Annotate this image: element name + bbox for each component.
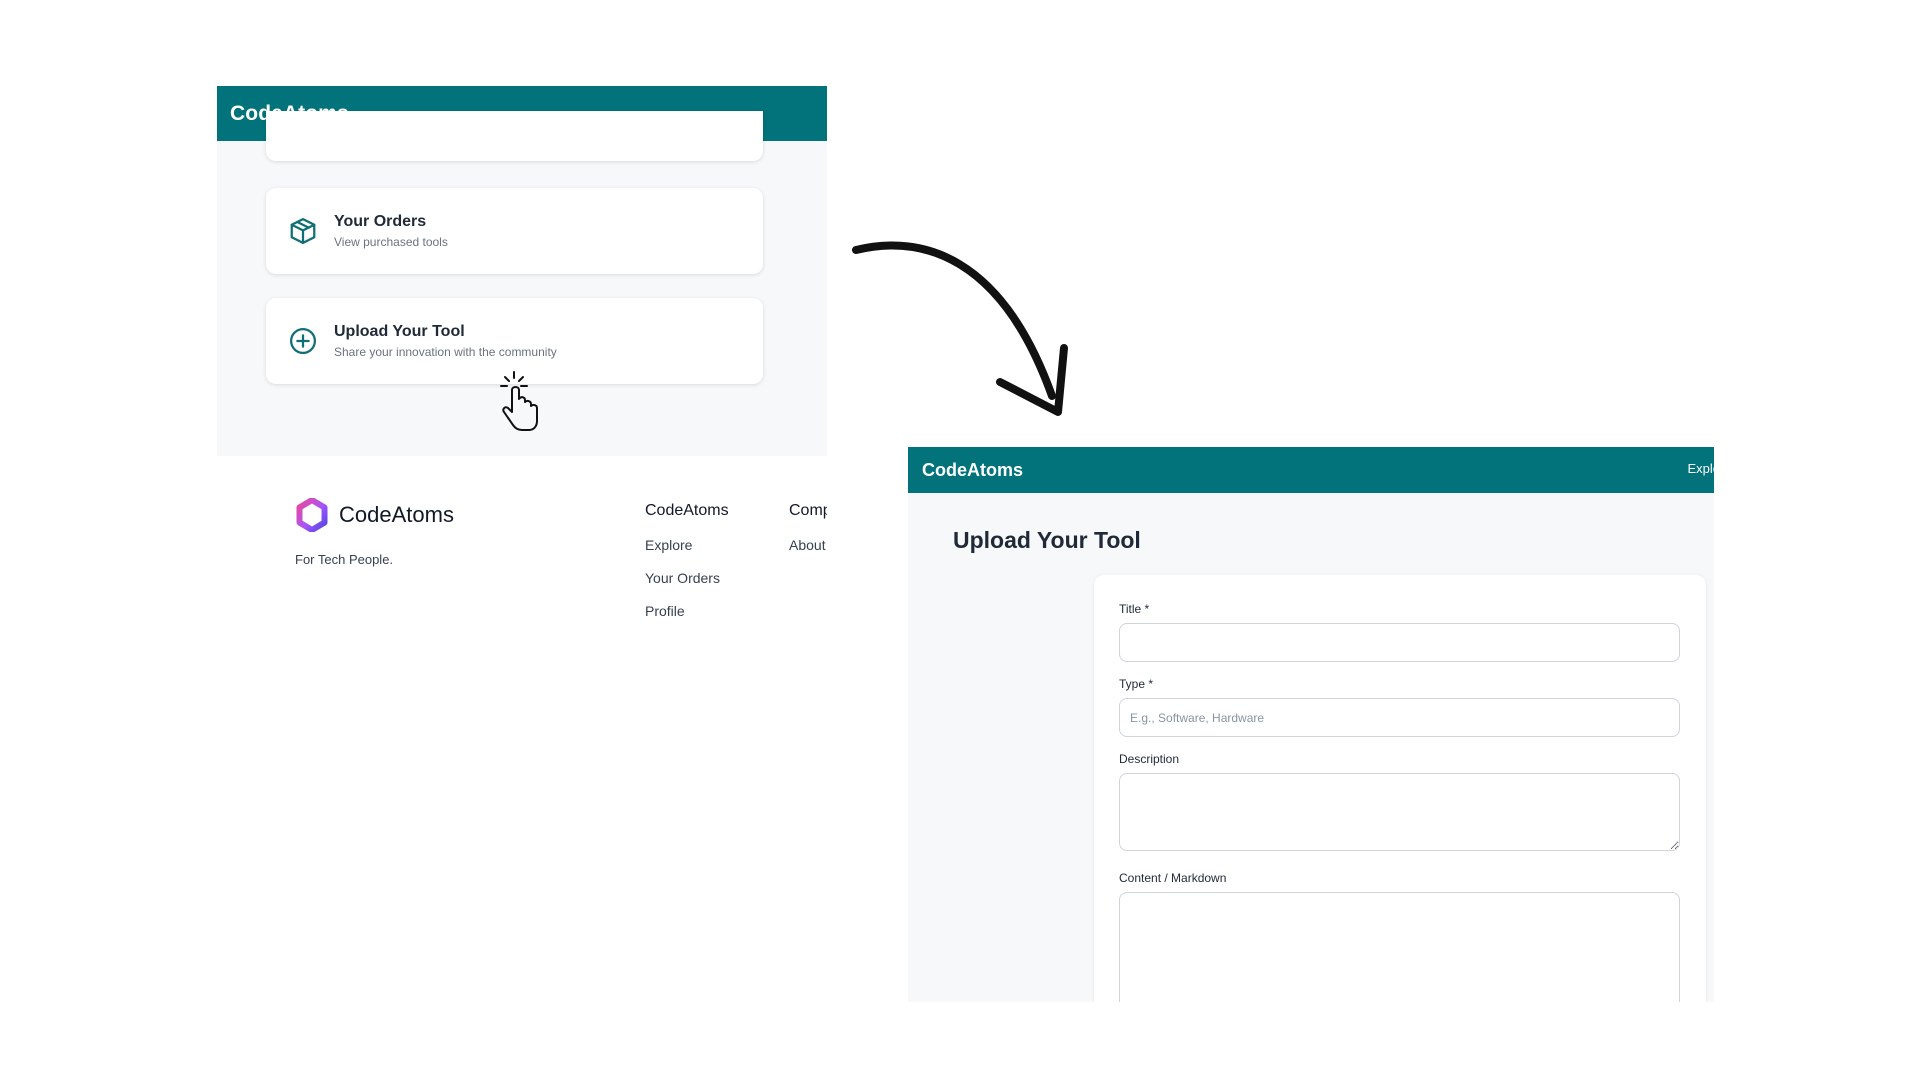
footer-column-heading: Comp	[789, 502, 827, 519]
title-label: Title *	[1119, 602, 1150, 616]
content-markdown-label: Content / Markdown	[1119, 871, 1227, 885]
pointer-hand-icon	[500, 371, 538, 431]
footer-link-your-orders[interactable]: Your Orders	[645, 570, 729, 586]
footer-link-about[interactable]: About	[789, 537, 827, 553]
menu-card-your-orders[interactable]: Your Orders View purchased tools	[266, 188, 763, 274]
description-label: Description	[1119, 752, 1180, 766]
menu-card-subtitle: Share your innovation with the community	[334, 345, 557, 359]
left-screenshot: CodeAtoms Your Orders View purchased too…	[217, 86, 827, 456]
footer-tagline: For Tech People.	[295, 552, 394, 567]
footer-column-heading: CodeAtoms	[645, 502, 729, 519]
footer-link-profile[interactable]: Profile	[645, 603, 729, 619]
description-textarea[interactable]	[1119, 773, 1680, 851]
content-markdown-textarea[interactable]	[1119, 892, 1680, 1002]
footer-column-company: Comp About	[789, 502, 827, 553]
footer-column-codeatoms: CodeAtoms Explore Your Orders Profile	[645, 502, 729, 619]
footer-brand[interactable]: CodeAtoms	[295, 498, 454, 532]
site-footer: CodeAtoms For Tech People. CodeAtoms Exp…	[217, 456, 827, 656]
type-input[interactable]	[1119, 698, 1680, 737]
type-label: Type *	[1119, 677, 1154, 691]
transition-arrow-icon	[852, 241, 1068, 416]
plus-circle-icon	[290, 328, 316, 354]
codeatoms-logo-icon	[296, 498, 328, 532]
menu-card-partial[interactable]	[266, 111, 763, 161]
title-input[interactable]	[1119, 623, 1680, 662]
upload-form: Title * Type * Description Content / Mar…	[1094, 575, 1706, 1002]
nav-link-explore[interactable]: Explo	[1687, 461, 1714, 476]
menu-card-title: Your Orders	[334, 213, 427, 230]
menu-card-text: Your Orders View purchased tools	[334, 213, 448, 249]
right-app-header: CodeAtoms Explo	[908, 447, 1714, 493]
footer-link-explore[interactable]: Explore	[645, 537, 729, 553]
menu-card-title: Upload Your Tool	[334, 323, 465, 340]
right-app-title[interactable]: CodeAtoms	[922, 460, 1023, 481]
package-icon	[290, 218, 316, 244]
menu-card-subtitle: View purchased tools	[334, 235, 448, 249]
stage: CodeAtoms Your Orders View purchased too…	[0, 0, 1920, 1080]
footer-brand-name: CodeAtoms	[339, 502, 454, 527]
right-screenshot: CodeAtoms Explo Upload Your Tool Title *…	[908, 447, 1714, 1002]
menu-card-text: Upload Your Tool Share your innovation w…	[334, 323, 557, 359]
page-title: Upload Your Tool	[953, 527, 1141, 553]
